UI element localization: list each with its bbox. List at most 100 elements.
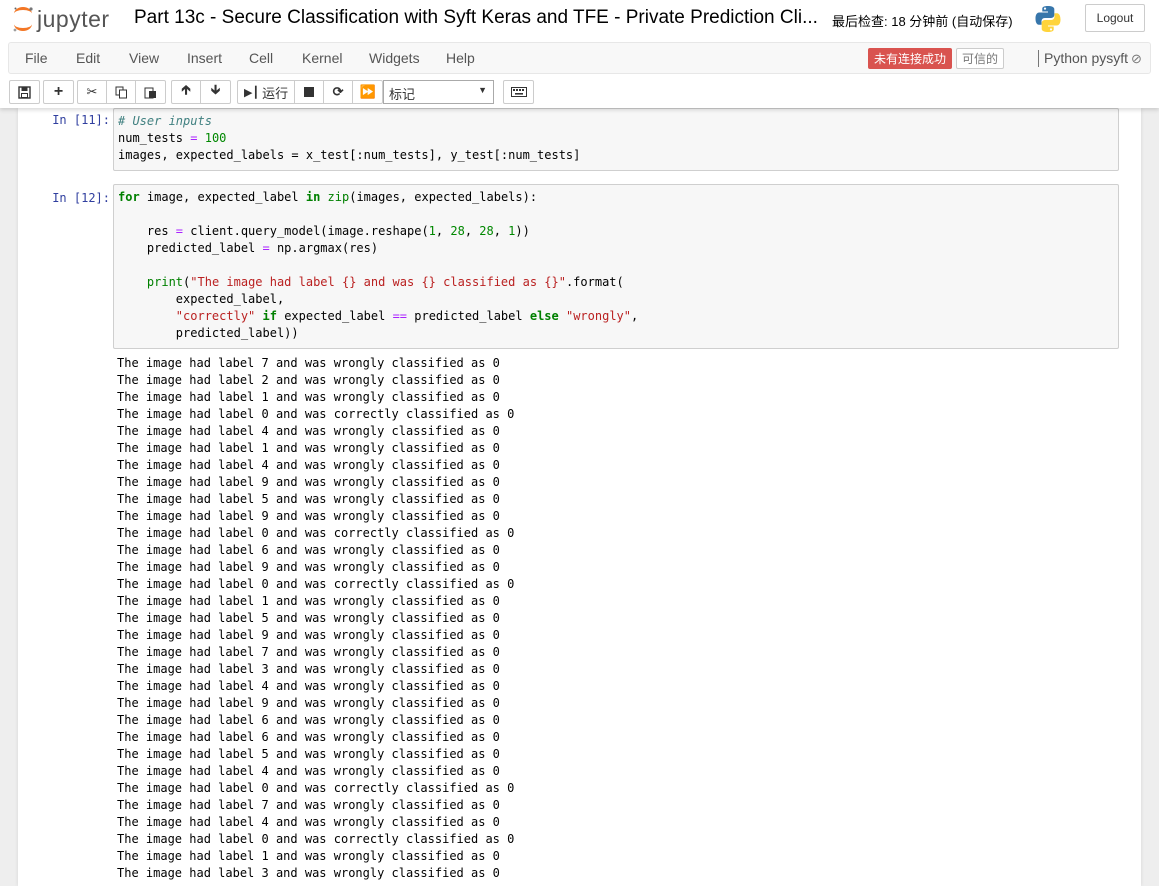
run-button[interactable]: ▶┃ 运行 bbox=[238, 81, 296, 103]
kernel-status-indicator[interactable]: 未有连接成功 bbox=[868, 48, 953, 69]
cell-input[interactable]: for image, expected_label in zip(images,… bbox=[113, 184, 1119, 349]
output-line: The image had label 5 and was wrongly cl… bbox=[117, 611, 500, 625]
output-line: The image had label 9 and was wrongly cl… bbox=[117, 560, 500, 574]
output-line: The image had label 9 and was wrongly cl… bbox=[117, 509, 500, 523]
interrupt-button[interactable] bbox=[295, 81, 325, 103]
copy-icon bbox=[115, 86, 127, 98]
code-line: predicted_label = np.argmax(res) bbox=[118, 241, 379, 255]
menu-help[interactable]: Help bbox=[446, 50, 475, 66]
code-line: num_tests = 100 bbox=[118, 131, 227, 145]
code-line: for image, expected_label in zip(images,… bbox=[118, 190, 538, 204]
output-line: The image had label 3 and was wrongly cl… bbox=[117, 866, 500, 880]
menu-widgets[interactable]: Widgets bbox=[369, 50, 420, 66]
fast-forward-icon: ⏩ bbox=[359, 84, 376, 99]
output-line: The image had label 2 and was wrongly cl… bbox=[117, 373, 500, 387]
code-editor[interactable]: for image, expected_label in zip(images,… bbox=[114, 185, 1118, 346]
move-group: 🡱 🡳 bbox=[171, 80, 231, 104]
code-line: predicted_label)) bbox=[118, 326, 299, 340]
output-line: The image had label 4 and was wrongly cl… bbox=[117, 458, 500, 472]
insert-group: + bbox=[43, 80, 74, 104]
code-line: # User inputs bbox=[118, 114, 212, 128]
jupyter-logo-text: jupyter bbox=[37, 5, 110, 32]
menu-edit[interactable]: Edit bbox=[76, 50, 100, 66]
output-line: The image had label 0 and was correctly … bbox=[117, 577, 515, 591]
code-line: res = client.query_model(image.reshape(1… bbox=[118, 224, 530, 238]
output-line: The image had label 0 and was correctly … bbox=[117, 832, 515, 846]
save-button[interactable] bbox=[10, 81, 39, 103]
save-group bbox=[9, 80, 40, 104]
output-line: The image had label 1 and was wrongly cl… bbox=[117, 594, 500, 608]
output-line: The image had label 0 and was correctly … bbox=[117, 407, 515, 421]
kernel-divider bbox=[1038, 50, 1039, 67]
output-line: The image had label 9 and was wrongly cl… bbox=[117, 628, 500, 642]
output-line: The image had label 4 and was wrongly cl… bbox=[117, 424, 500, 438]
notebook-container: In [11]: # User inputs num_tests = 100 i… bbox=[18, 108, 1141, 886]
output-line: The image had label 6 and was wrongly cl… bbox=[117, 543, 500, 557]
output-line: The image had label 0 and was correctly … bbox=[117, 526, 515, 540]
output-line: The image had label 0 and was correctly … bbox=[117, 781, 515, 795]
move-down-button[interactable]: 🡳 bbox=[201, 81, 230, 103]
output-line: The image had label 7 and was wrongly cl… bbox=[117, 798, 500, 812]
output-line: The image had label 5 and was wrongly cl… bbox=[117, 492, 500, 506]
output-line: The image had label 9 and was wrongly cl… bbox=[117, 475, 500, 489]
menu-view[interactable]: View bbox=[129, 50, 159, 66]
refresh-icon: ⟳ bbox=[332, 84, 344, 99]
output-line: The image had label 1 and was wrongly cl… bbox=[117, 390, 500, 404]
jupyter-logo-icon bbox=[13, 7, 33, 32]
menu-insert[interactable]: Insert bbox=[187, 50, 222, 66]
output-line: The image had label 7 and was wrongly cl… bbox=[117, 356, 500, 370]
command-palette-button[interactable] bbox=[503, 80, 534, 104]
python-logo-icon bbox=[1033, 4, 1063, 39]
output-line: The image had label 9 and was wrongly cl… bbox=[117, 696, 500, 710]
clipboard-group: ✂ bbox=[77, 80, 166, 104]
code-line: print("The image had label {} and was {}… bbox=[146, 275, 624, 289]
output-line: The image had label 4 and was wrongly cl… bbox=[117, 815, 500, 829]
cell-type-value: 标记 bbox=[389, 87, 416, 102]
output-line: The image had label 1 and was wrongly cl… bbox=[117, 849, 500, 863]
output-line: The image had label 4 and was wrongly cl… bbox=[117, 764, 500, 778]
plus-icon: + bbox=[53, 83, 64, 100]
notebook-header: jupyter Part 13c - Secure Classification… bbox=[0, 0, 1159, 108]
cell-prompt: In [12]: bbox=[52, 191, 110, 205]
kernel-name: Python pysyft bbox=[1044, 50, 1129, 66]
code-line: expected_label, bbox=[118, 292, 285, 306]
copy-button[interactable] bbox=[107, 81, 136, 103]
output-line: The image had label 6 and was wrongly cl… bbox=[117, 713, 500, 727]
cut-button[interactable]: ✂ bbox=[78, 81, 107, 103]
menu-cell[interactable]: Cell bbox=[249, 50, 273, 66]
paste-icon bbox=[144, 87, 156, 98]
cell-input[interactable]: # User inputs num_tests = 100 images, ex… bbox=[113, 108, 1119, 171]
step-forward-icon: ▶┃ bbox=[244, 86, 260, 99]
output-line: The image had label 5 and was wrongly cl… bbox=[117, 747, 500, 761]
run-label: 运行 bbox=[262, 85, 289, 101]
arrow-down-icon: 🡳 bbox=[210, 82, 221, 97]
insert-cell-button[interactable]: + bbox=[44, 81, 73, 103]
code-editor[interactable]: # User inputs num_tests = 100 images, ex… bbox=[114, 109, 1118, 168]
kernel-idle-icon: ⊘ bbox=[1131, 51, 1142, 66]
paste-button[interactable] bbox=[136, 81, 165, 103]
move-up-button[interactable]: 🡱 bbox=[172, 81, 201, 103]
cell-prompt: In [11]: bbox=[52, 113, 110, 127]
trusted-indicator[interactable]: 可信的 bbox=[956, 48, 1005, 69]
stop-icon bbox=[304, 87, 315, 97]
logout-button[interactable]: Logout bbox=[1085, 4, 1145, 32]
jupyter-logo[interactable]: jupyter bbox=[12, 4, 110, 34]
caret-down-icon: ▼ bbox=[478, 85, 487, 95]
menu-file[interactable]: File bbox=[25, 50, 48, 66]
checkpoint-status: 最后检查: 18 分钟前 (自动保存) bbox=[832, 14, 1013, 29]
keyboard-icon bbox=[510, 87, 527, 97]
cell-type-select[interactable]: 标记 ▼ bbox=[383, 80, 494, 104]
output-line: The image had label 6 and was wrongly cl… bbox=[117, 730, 500, 744]
menu-kernel[interactable]: Kernel bbox=[302, 50, 342, 66]
code-line: images, expected_labels = x_test[:num_te… bbox=[118, 148, 581, 162]
output-line: The image had label 7 and was wrongly cl… bbox=[117, 645, 500, 659]
notebook-title[interactable]: Part 13c - Secure Classification with Sy… bbox=[134, 7, 818, 29]
toolbar: + ✂ 🡱 🡳 ▶┃ 运行 ⟳ ⏩ 标记 ▼ bbox=[0, 78, 1159, 108]
arrow-up-icon: 🡱 bbox=[181, 82, 191, 97]
restart-run-all-button[interactable]: ⏩ bbox=[353, 81, 382, 103]
restart-button[interactable]: ⟳ bbox=[324, 81, 354, 103]
header-top-row: jupyter Part 13c - Secure Classification… bbox=[0, 0, 1159, 40]
scissors-icon: ✂ bbox=[86, 84, 98, 99]
save-icon bbox=[18, 85, 31, 99]
cell-output: The image had label 7 and was wrongly cl… bbox=[113, 355, 1119, 882]
